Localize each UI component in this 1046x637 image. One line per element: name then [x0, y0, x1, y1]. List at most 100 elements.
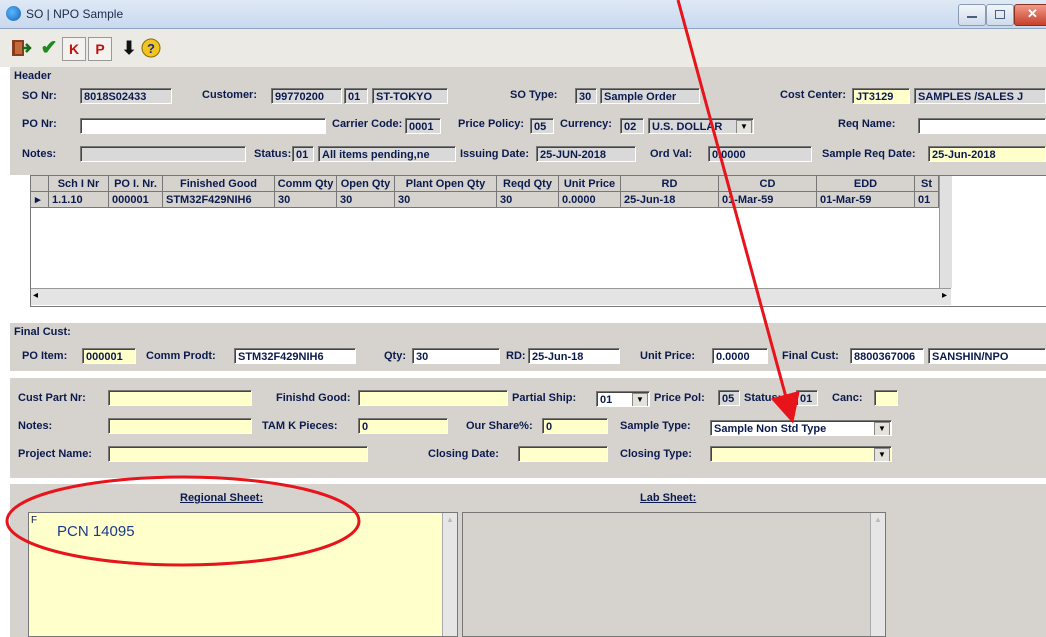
final-cust-code-field[interactable]: 8800367006 — [850, 348, 924, 364]
chevron-down-icon[interactable]: ▼ — [632, 393, 648, 406]
currency-code-field[interactable]: 02 — [620, 118, 644, 134]
regional-sheet-scrollbar[interactable]: ▲ — [442, 513, 457, 636]
sample-req-date-field[interactable]: 25-Jun-2018 — [928, 146, 1046, 162]
col-header[interactable]: Open Qty — [337, 176, 395, 192]
issuing-date-field[interactable]: 25-JUN-2018 — [536, 146, 636, 162]
status-code-field[interactable]: 01 — [292, 146, 314, 162]
col-header[interactable]: Unit Price — [559, 176, 621, 192]
table-cell[interactable]: 30 — [337, 192, 395, 208]
lab-sheet-label: Lab Sheet: — [640, 492, 697, 504]
toolbar: ✔ K P ⬇ ? — [0, 29, 1046, 67]
qty-field[interactable]: 30 — [412, 348, 500, 364]
customer-sub-field[interactable]: 01 — [344, 88, 368, 104]
p-button[interactable]: P — [88, 37, 112, 61]
col-header[interactable]: RD — [621, 176, 719, 192]
closing-type-select[interactable]: ▼ — [710, 446, 892, 462]
col-header[interactable]: Comm Qty — [275, 176, 337, 192]
scroll-up-icon[interactable]: ▲ — [446, 515, 454, 524]
col-header[interactable]: EDD — [817, 176, 915, 192]
currency-select[interactable]: U.S. DOLLAR ▼ — [648, 118, 754, 134]
scroll-up-icon[interactable]: ▲ — [874, 515, 882, 524]
item-notes-label: Notes: — [18, 420, 53, 432]
download-arrow-icon[interactable]: ⬇ — [118, 37, 140, 59]
req-name-label: Req Name: — [838, 118, 896, 130]
table-cell[interactable]: 25-Jun-18 — [621, 192, 719, 208]
sample-type-select[interactable]: Sample Non Std Type ▼ — [710, 420, 892, 436]
req-name-input[interactable] — [918, 118, 1046, 134]
help-icon-button[interactable]: ? — [140, 37, 162, 59]
canc-field[interactable] — [874, 390, 898, 406]
col-header[interactable]: PO I. Nr. — [109, 176, 163, 192]
maximize-button[interactable] — [986, 4, 1014, 26]
cust-part-field[interactable] — [108, 390, 252, 406]
partial-ship-select[interactable]: 01 ▼ — [596, 391, 650, 407]
table-cell[interactable]: 30 — [275, 192, 337, 208]
minimize-button[interactable] — [958, 4, 986, 26]
col-header[interactable]: St — [915, 176, 939, 192]
col-header[interactable]: CD — [719, 176, 817, 192]
price-pol-field[interactable]: 05 — [718, 390, 740, 406]
exit-icon-button[interactable] — [10, 37, 32, 59]
col-header[interactable]: Plant Open Qty — [395, 176, 497, 192]
table-cell[interactable]: 01-Mar-59 — [817, 192, 915, 208]
project-name-field[interactable] — [108, 446, 368, 462]
lab-sheet-textarea[interactable]: ▲ — [462, 512, 886, 637]
finished-good-field[interactable] — [358, 390, 508, 406]
item-notes-field[interactable] — [108, 418, 252, 434]
customer-name-field[interactable]: ST-TOKYO — [372, 88, 448, 104]
table-cell[interactable]: 0.0000 — [559, 192, 621, 208]
so-type-code-field[interactable]: 30 — [575, 88, 597, 104]
carrier-code-field[interactable]: 0001 — [405, 118, 441, 134]
table-cell[interactable]: 30 — [395, 192, 497, 208]
scroll-right-icon[interactable]: ▸ — [942, 290, 947, 301]
cost-center-label: Cost Center: — [780, 89, 847, 101]
so-nr-field[interactable]: 8018S02433 — [80, 88, 172, 104]
final-cust-name-field[interactable]: SANSHIN/NPO — [928, 348, 1046, 364]
status-text-field[interactable]: All items pending,ne — [318, 146, 456, 162]
so-type-name-field[interactable]: Sample Order — [600, 88, 700, 104]
project-name-label: Project Name: — [18, 448, 92, 460]
closing-date-field[interactable] — [518, 446, 608, 462]
help-question-icon: ? — [141, 38, 161, 58]
lab-sheet-scrollbar[interactable]: ▲ — [870, 513, 885, 636]
cost-center-code-field[interactable]: JT3129 — [852, 88, 910, 104]
rd-field[interactable]: 25-Jun-18 — [528, 348, 620, 364]
col-header[interactable]: Sch I Nr — [49, 176, 109, 192]
our-share-field[interactable]: 0 — [542, 418, 608, 434]
rd-label: RD: — [506, 350, 526, 362]
col-header[interactable]: Reqd Qty — [497, 176, 559, 192]
partial-ship-label: Partial Ship: — [512, 392, 577, 404]
issuing-date-label: Issuing Date: — [460, 148, 530, 160]
col-header[interactable]: Finished Good — [163, 176, 275, 192]
ord-val-field[interactable]: 0.0000 — [708, 146, 812, 162]
table-cell[interactable]: 30 — [497, 192, 559, 208]
table-cell[interactable]: STM32F429NIH6 — [163, 192, 275, 208]
comm-prodt-field[interactable]: STM32F429NIH6 — [234, 348, 356, 364]
tam-k-field[interactable]: 0 — [358, 418, 448, 434]
confirm-check-icon[interactable]: ✔ — [38, 37, 60, 59]
price-policy-field[interactable]: 05 — [530, 118, 554, 134]
po-nr-input[interactable] — [80, 118, 326, 134]
header-notes-field[interactable] — [80, 146, 246, 162]
chevron-down-icon[interactable]: ▼ — [736, 120, 752, 133]
table-cell[interactable]: 01-Mar-59 — [719, 192, 817, 208]
item-status-field[interactable]: 01 — [796, 390, 818, 406]
window-title: SO | NPO Sample — [26, 7, 124, 21]
grid-vertical-scrollbar[interactable] — [939, 176, 952, 288]
row-indicator[interactable]: ▸ — [31, 192, 49, 208]
cost-center-name-field[interactable]: SAMPLES /SALES J — [914, 88, 1046, 104]
regional-sheet-textarea[interactable]: F PCN 14095 ▲ — [28, 512, 458, 637]
table-cell[interactable]: 1.1.10 — [49, 192, 109, 208]
table-cell[interactable]: 000001 — [109, 192, 163, 208]
grid-horizontal-scrollbar[interactable]: ◂ ▸ — [31, 288, 951, 305]
po-item-field[interactable]: 000001 — [82, 348, 136, 364]
unit-price-field[interactable]: 0.0000 — [712, 348, 768, 364]
chevron-down-icon[interactable]: ▼ — [874, 448, 890, 461]
customer-code-field[interactable]: 99770200 — [271, 88, 342, 104]
chevron-down-icon[interactable]: ▼ — [874, 422, 890, 435]
table-cell[interactable]: 01 — [915, 192, 939, 208]
k-button[interactable]: K — [62, 37, 86, 61]
close-button[interactable]: ✕ — [1014, 4, 1046, 26]
svg-text:?: ? — [147, 41, 155, 56]
scroll-left-icon[interactable]: ◂ — [33, 290, 38, 301]
